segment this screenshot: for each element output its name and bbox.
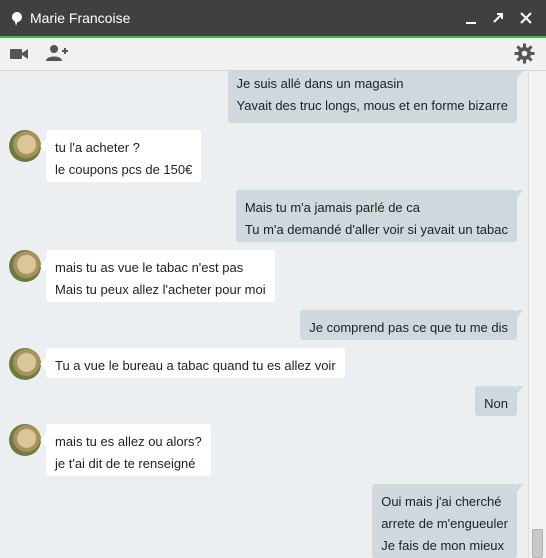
message-outgoing: Non: [475, 386, 523, 416]
contact-name[interactable]: Marie Francoise: [30, 10, 130, 26]
message-line: Je fais de mon mieux: [381, 538, 505, 553]
popout-icon[interactable]: [489, 9, 507, 27]
message-outgoing: Je comprend pas ce que tu me dis: [300, 310, 523, 340]
scrollbar-thumb[interactable]: [532, 529, 543, 558]
message-line: le coupons pcs de 150€: [55, 162, 193, 177]
message-line: mais tu es allez ou alors?: [55, 434, 202, 449]
chat-scrollbar[interactable]: [528, 71, 546, 558]
chat-toolbar: [0, 38, 546, 71]
message-line: tu l'a acheter ?: [55, 140, 140, 155]
message-outgoing: Oui mais j'ai cherché arrete de m'engueu…: [372, 484, 523, 558]
message-line: mais tu as vue le tabac n'est pas: [55, 260, 244, 275]
contact-avatar[interactable]: [9, 424, 41, 456]
message-line: Tu m'a demandé d'aller voir si yavait un…: [244, 222, 508, 237]
contact-avatar[interactable]: [9, 130, 41, 162]
message-line: Je comprend pas ce que tu me dis: [309, 320, 508, 335]
message-incoming: tu l'a acheter ? le coupons pcs de 150€: [39, 130, 202, 182]
message-line: arrete de m'engueuler: [381, 516, 508, 531]
message-list[interactable]: Je suis allé dans un magasin Yavait des …: [0, 71, 528, 558]
contact-avatar[interactable]: [9, 250, 41, 282]
message-line: Yavait des truc longs, mous et en forme …: [236, 98, 508, 113]
message-line: Tu a vue le bureau a tabac quand tu es a…: [55, 358, 336, 373]
add-person-icon[interactable]: [46, 44, 68, 62]
message-line: je t'ai dit de te renseigné: [55, 456, 196, 471]
message-line: Oui mais j'ai cherché: [381, 494, 502, 509]
minimize-icon[interactable]: [462, 9, 480, 27]
message-incoming: mais tu es allez ou alors? je t'ai dit d…: [40, 424, 211, 476]
contact-avatar[interactable]: [9, 348, 41, 380]
message-incoming: Tu a vue le bureau a tabac quand tu es a…: [40, 348, 345, 378]
close-icon[interactable]: [517, 9, 535, 27]
message-line: Je suis allé dans un magasin: [236, 76, 404, 91]
message-line: Non: [484, 396, 508, 411]
message-incoming: mais tu as vue le tabac n'est pas Mais t…: [40, 250, 275, 302]
gear-icon[interactable]: [514, 43, 535, 64]
status-dot-icon: [11, 12, 22, 26]
chat-titlebar: Marie Francoise: [0, 0, 546, 36]
message-outgoing: Mais tu m'a jamais parlé de ca Tu m'a de…: [235, 190, 524, 242]
message-line: Mais tu m'a jamais parlé de ca: [244, 200, 420, 215]
message-outgoing: Je suis allé dans un magasin Yavait des …: [227, 71, 524, 123]
video-call-icon[interactable]: [9, 46, 29, 62]
message-line: Mais tu peux allez l'acheter pour moi: [55, 282, 266, 297]
